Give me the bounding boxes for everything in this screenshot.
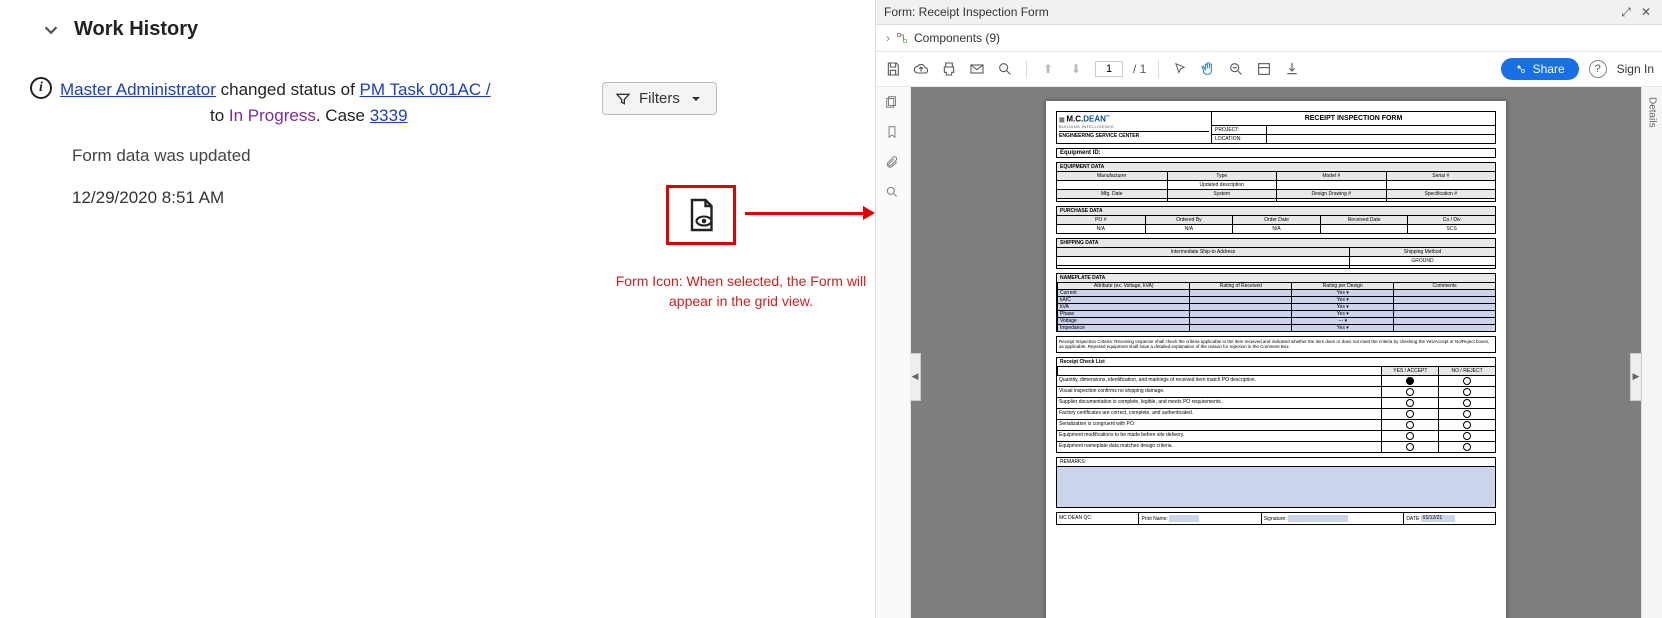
form-logo: ▦ M.C.DEAN™ BUILDING INTELLIGENCE ENGINE… [1057,112,1212,143]
help-icon[interactable]: ? [1589,60,1607,78]
expand-icon[interactable]: ⤢ [1618,4,1634,20]
pdf-side-tools [876,87,911,618]
pdf-document-area[interactable]: ▦ M.C.DEAN™ BUILDING INTELLIGENCE ENGINE… [911,87,1641,618]
pointer-icon[interactable] [1171,60,1189,78]
details-tab[interactable]: Details [1641,87,1662,618]
zoom-icon[interactable] [1227,60,1245,78]
user-link[interactable]: Master Administrator [60,80,216,99]
filters-label: Filters [639,90,680,107]
pdf-pane: Form: Receipt Inspection Form ⤢ ✕ › Comp… [875,0,1662,618]
collapse-left-icon[interactable]: ◀ [910,353,921,401]
page-input[interactable] [1095,61,1123,77]
filter-icon [615,91,631,107]
attachment-icon[interactable] [885,155,901,171]
page-down-icon[interactable]: ⬇ [1067,60,1085,78]
criteria-text: Receipt Inspection Criteria: Receiving I… [1056,336,1496,353]
page-total: / 1 [1133,62,1146,76]
page-up-icon[interactable]: ⬆ [1039,60,1057,78]
components-row[interactable]: › Components (9) [876,25,1662,52]
bookmark-icon[interactable] [885,125,901,141]
fit-icon[interactable] [1255,60,1273,78]
save-icon[interactable] [884,60,902,78]
pdf-title: Form: Receipt Inspection Form [884,5,1614,19]
form-icon-caption: Form Icon: When selected, the Form will … [596,272,886,311]
chevron-right-icon: › [886,31,890,45]
share-button[interactable]: Share [1501,58,1579,80]
caret-down-icon [688,91,704,107]
search-icon[interactable] [996,60,1014,78]
filters-button[interactable]: Filters [602,82,717,115]
form-page: ▦ M.C.DEAN™ BUILDING INTELLIGENCE ENGINE… [1046,101,1506,618]
event-text: Master Administrator changed status of P… [60,77,491,128]
work-history-heading: Work History [74,18,198,41]
form-title: RECEIPT INSPECTION FORM [1212,112,1495,126]
form-icon-button[interactable] [666,185,736,245]
sign-in-link[interactable]: Sign In [1617,62,1654,76]
document-eye-icon [683,197,719,233]
tree-icon [896,32,908,44]
info-icon: i [30,77,52,99]
chevron-down-icon[interactable] [40,19,62,41]
components-label: Components (9) [914,31,1000,45]
task-link[interactable]: PM Task 001AC / [360,80,491,99]
pdf-titlebar: Form: Receipt Inspection Form ⤢ ✕ [876,0,1662,25]
status-value: In Progress [229,106,316,125]
event-subtext: Form data was updated [72,146,855,166]
print-icon[interactable] [940,60,958,78]
download-icon[interactable] [1283,60,1301,78]
work-history-pane: Work History Filters i Master Administra… [0,0,875,618]
pages-icon[interactable] [885,95,901,111]
share-icon [1515,63,1527,75]
email-icon[interactable] [968,60,986,78]
pdf-toolbar: ⬆ ⬇ / 1 Share ? Sign In [876,52,1662,87]
case-link[interactable]: 3339 [370,106,408,125]
find-icon[interactable] [885,185,901,201]
event-timestamp: 12/29/2020 8:51 AM [72,188,855,208]
close-icon[interactable]: ✕ [1638,4,1654,20]
annotation-arrow [745,210,875,216]
cloud-upload-icon[interactable] [912,60,930,78]
hand-icon[interactable] [1199,60,1217,78]
collapse-right-icon[interactable]: ▶ [1630,353,1642,401]
